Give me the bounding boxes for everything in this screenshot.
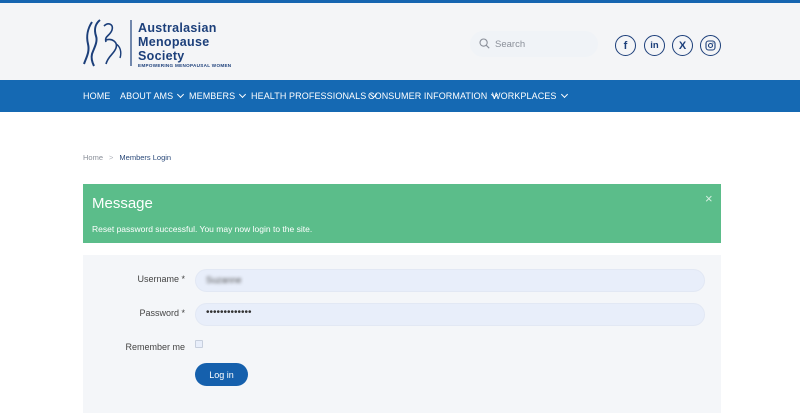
- password-value: •••••••••••••: [206, 307, 252, 318]
- logo-line-3: Society: [138, 49, 185, 63]
- remember-me-label: Remember me: [125, 342, 185, 352]
- nav-item-label: WORKPLACES: [492, 91, 557, 101]
- login-form: Username * Suzanne Password * ••••••••••…: [83, 255, 721, 413]
- facebook-icon[interactable]: f: [615, 35, 636, 56]
- nav-item-label: ABOUT AMS: [120, 91, 174, 101]
- breadcrumb-home-link[interactable]: Home: [83, 153, 103, 162]
- site-logo[interactable]: Australasian Menopause Society EMPOWERIN…: [82, 18, 252, 73]
- x-twitter-icon[interactable]: X: [672, 35, 693, 56]
- password-field[interactable]: •••••••••••••: [195, 303, 705, 326]
- remember-me-checkbox[interactable]: [195, 340, 203, 348]
- breadcrumb-current: Members Login: [119, 153, 172, 162]
- nav-item-label: HEALTH PROFESSIONALS: [251, 91, 367, 101]
- chevron-down-icon: [560, 90, 568, 99]
- nav-item-about-ams[interactable]: ABOUT AMS: [120, 80, 185, 112]
- search-box[interactable]: [470, 31, 598, 57]
- logo-line-2: Menopause: [138, 35, 210, 49]
- nav-item-label: MEMBERS: [189, 91, 236, 101]
- login-button[interactable]: Log in: [195, 363, 248, 386]
- main-nav: HOME ABOUT AMS MEMBERS HEALTH PROFESSION…: [0, 80, 800, 112]
- site-header: Australasian Menopause Society EMPOWERIN…: [0, 3, 800, 80]
- message-title: Message: [92, 195, 153, 212]
- nav-item-workplaces[interactable]: WORKPLACES: [492, 80, 568, 112]
- linkedin-icon[interactable]: in: [644, 35, 665, 56]
- nav-item-home[interactable]: HOME: [83, 80, 110, 112]
- search-icon: [479, 38, 490, 49]
- logo-wordmark: Australasian Menopause Society: [138, 22, 217, 64]
- chevron-down-icon: [177, 90, 185, 99]
- close-icon[interactable]: ×: [705, 191, 713, 206]
- nav-item-label: HOME: [83, 91, 111, 101]
- instagram-icon[interactable]: [700, 35, 721, 56]
- logo-tagline: EMPOWERING MENOPAUSAL WOMEN: [138, 63, 232, 68]
- success-message: Message Reset password successful. You m…: [83, 184, 721, 243]
- message-text: Reset password successful. You may now l…: [92, 224, 313, 234]
- search-input[interactable]: [495, 35, 590, 53]
- password-label: Password *: [139, 308, 185, 318]
- nav-item-members[interactable]: MEMBERS: [189, 80, 247, 112]
- nav-item-consumer-information[interactable]: CONSUMER INFORMATION: [368, 80, 499, 112]
- logo-line-1: Australasian: [138, 21, 217, 35]
- nav-item-health-professionals[interactable]: HEALTH PROFESSIONALS: [251, 80, 378, 112]
- breadcrumb: Home > Members Login: [83, 153, 171, 162]
- logo-silhouette-icon: [83, 19, 132, 67]
- chevron-down-icon: [239, 90, 247, 99]
- username-label: Username *: [137, 274, 185, 284]
- instagram-glyph-icon: [705, 40, 716, 51]
- nav-item-label: CONSUMER INFORMATION: [368, 91, 488, 101]
- username-field[interactable]: Suzanne: [195, 269, 705, 292]
- breadcrumb-separator: >: [109, 153, 114, 162]
- username-value: Suzanne: [206, 275, 242, 285]
